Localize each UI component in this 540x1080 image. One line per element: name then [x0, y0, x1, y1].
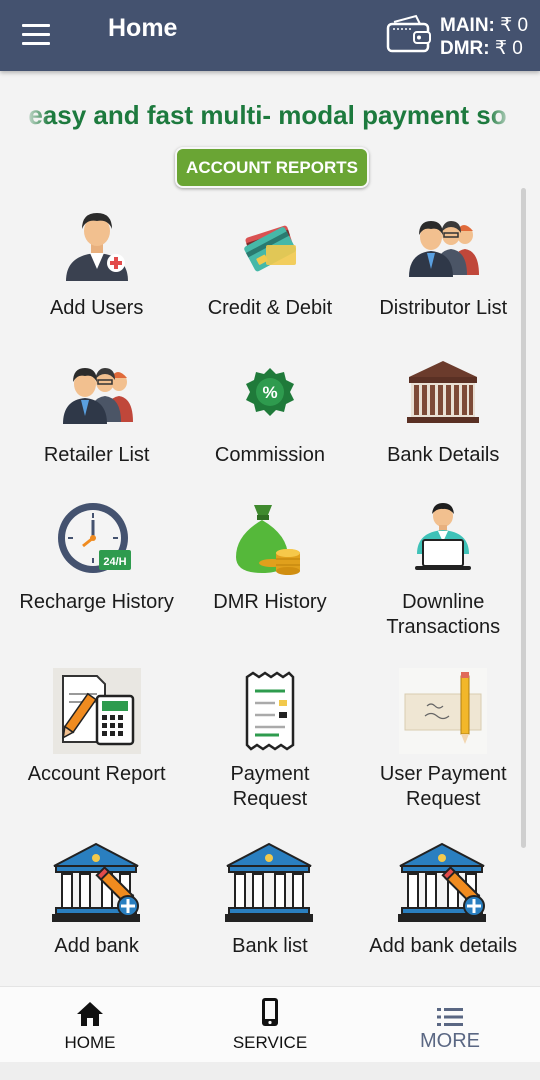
tile-label: Add bank: [54, 935, 139, 957]
receipt-icon: [245, 671, 295, 751]
tile-label: Commission: [214, 444, 325, 466]
menu-row: Account Report Payment Request User Paym…: [10, 666, 530, 838]
scrolling-marquee: fe easy and fast multi- modal payment so: [28, 98, 512, 134]
tile-label: Downline Transactions: [386, 591, 501, 638]
user-laptop-icon: [415, 503, 472, 570]
tile-label: DMR History: [213, 591, 327, 613]
dmr-history-tile[interactable]: DMR History: [183, 494, 356, 666]
distributor-list-tile[interactable]: Distributor List: [357, 200, 530, 347]
svg-text:%: %: [262, 383, 277, 402]
marquee-fade-right: [488, 96, 516, 136]
tile-label: Retailer List: [43, 444, 150, 466]
commission-tile[interactable]: % Commission: [183, 347, 356, 494]
percent-badge-icon: %: [245, 368, 294, 416]
credit-debit-tile[interactable]: Credit & Debit: [183, 200, 356, 347]
menu-grid: Add Users Credit & Debit Distributor Lis…: [10, 200, 530, 988]
bank-add-icon: [51, 842, 140, 922]
menu-row: Add Users Credit & Debit Distributor Lis…: [10, 200, 530, 347]
tile-label: Recharge History: [19, 591, 174, 613]
tile-label: Add Users: [49, 297, 144, 319]
wallet-icon: [386, 14, 431, 53]
main-balance-value: ₹ 0: [500, 15, 529, 36]
menu-row: Retailer List % Commission Bank Details: [10, 347, 530, 494]
app-header: Home MAIN: ₹ 0 DMR: ₹ 0: [0, 0, 540, 71]
main-balance: MAIN: ₹ 0: [440, 14, 528, 37]
bank-icon: [224, 842, 313, 922]
list-icon: [437, 1008, 463, 1026]
money-bag-icon: [235, 505, 300, 575]
nav-service-label: SERVICE: [232, 1033, 308, 1052]
recharge-history-tile[interactable]: 24/H Recharge History: [10, 494, 183, 666]
hamburger-menu-icon[interactable]: [22, 24, 50, 46]
home-icon: [77, 1002, 103, 1026]
menu-row: Add bank Bank list Add bank details: [10, 838, 530, 988]
dmr-balance-label: DMR:: [440, 38, 490, 59]
bank-building-icon: [407, 361, 480, 423]
svg-text:24/H: 24/H: [103, 556, 126, 568]
add-bank-tile[interactable]: Add bank: [10, 838, 183, 988]
tile-label: Add bank details: [369, 935, 518, 957]
add-user-icon: [65, 213, 128, 281]
account-report-tile[interactable]: Account Report: [10, 666, 183, 838]
cheque-pencil-icon: [399, 668, 488, 754]
nav-home-label: HOME: [64, 1033, 116, 1052]
calculator-report-icon: [52, 668, 141, 754]
downline-transactions-tile[interactable]: Downline Transactions: [357, 494, 530, 666]
clock-24h-icon: 24/H: [57, 503, 131, 573]
account-reports-button[interactable]: ACCOUNT REPORTS: [175, 147, 369, 188]
nav-more-label: MORE: [420, 1030, 480, 1052]
bank-add-icon: [398, 842, 487, 922]
nav-service[interactable]: SERVICE: [180, 987, 360, 1063]
scrollbar[interactable]: [521, 188, 526, 848]
tile-label: Credit & Debit: [207, 297, 333, 319]
nav-home[interactable]: HOME: [0, 987, 180, 1063]
tile-label: User Payment Request: [379, 763, 507, 810]
mobile-icon: [262, 998, 278, 1026]
dmr-balance-value: ₹ 0: [494, 38, 523, 59]
main-balance-label: MAIN:: [440, 15, 495, 36]
marquee-fade-left: [22, 96, 50, 136]
distributor-group-icon: [409, 221, 480, 277]
retailer-group-icon: [62, 368, 133, 424]
system-bar: [0, 1062, 540, 1080]
payment-request-tile[interactable]: Payment Request: [183, 666, 356, 838]
bank-list-tile[interactable]: Bank list: [183, 838, 356, 988]
user-payment-request-tile[interactable]: User Payment Request: [357, 666, 530, 838]
bank-details-tile[interactable]: Bank Details: [357, 347, 530, 494]
menu-row: 24/H Recharge History DMR History Downli…: [10, 494, 530, 666]
credit-card-icon: [244, 225, 296, 272]
tile-label: Account Report: [27, 763, 166, 785]
tile-label: Payment Request: [230, 763, 310, 810]
nav-more[interactable]: MORE: [360, 987, 540, 1063]
tile-label: Bank Details: [387, 444, 500, 466]
add-users-tile[interactable]: Add Users: [10, 200, 183, 347]
retailer-list-tile[interactable]: Retailer List: [10, 347, 183, 494]
add-bank-details-tile[interactable]: Add bank details: [357, 838, 530, 988]
page-title: Home: [108, 14, 178, 42]
tile-label: Distributor List: [379, 297, 508, 319]
dmr-balance: DMR: ₹ 0: [440, 37, 523, 60]
bottom-navigation: HOME SERVICE MORE: [0, 986, 540, 1063]
marquee-text: fe easy and fast multi- modal payment so: [28, 100, 507, 130]
tile-label: Bank list: [232, 935, 308, 957]
